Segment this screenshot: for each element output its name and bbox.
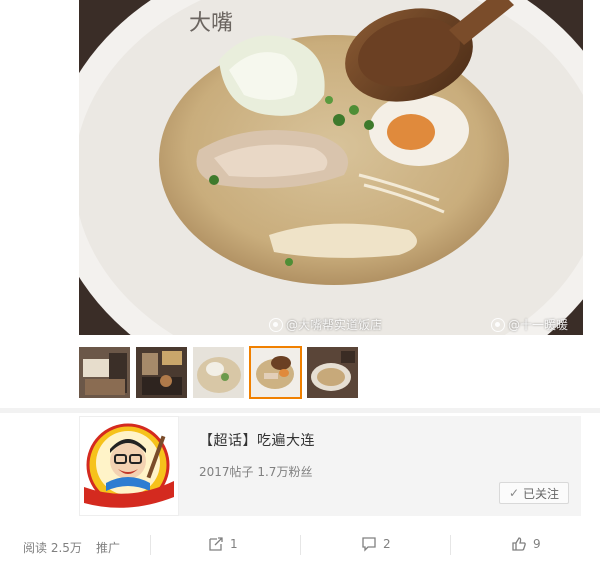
post-action-bar: 阅读 2.5万 推广 1 2 9: [0, 528, 600, 565]
comment-icon: [362, 537, 376, 552]
comment-button[interactable]: 2: [361, 536, 391, 552]
thumbnail-4-active[interactable]: [249, 346, 302, 399]
action-separator: [150, 535, 151, 555]
watermark-left: @大嘴帮实道饭店: [269, 316, 382, 333]
restaurant-logo-image: [84, 423, 174, 508]
thumbnail-3[interactable]: [193, 347, 244, 398]
topic-title[interactable]: 【超话】吃遍大连: [199, 430, 581, 450]
followed-button[interactable]: ✓ 已关注: [499, 482, 569, 504]
thumbnail-5[interactable]: [307, 347, 358, 398]
thumbnail-strip: [79, 346, 358, 399]
weibo-watermark-icon: [269, 317, 283, 332]
repost-count: 1: [230, 537, 238, 551]
topic-info: 【超话】吃遍大连 2017帖子 1.7万粉丝 ✓ 已关注: [179, 416, 581, 516]
thumbnail-2[interactable]: [136, 347, 187, 398]
section-divider: [0, 408, 600, 413]
ramen-bowl-image: 大嘴: [79, 0, 583, 335]
topic-logo[interactable]: [79, 416, 179, 516]
thumbnail-1[interactable]: [79, 347, 130, 398]
repost-icon: [209, 537, 223, 551]
main-photo[interactable]: 大嘴 @大嘴帮实道饭店 @十一暖暖: [79, 0, 583, 335]
thumbs-up-icon: [512, 537, 526, 551]
svg-text:大嘴: 大嘴: [189, 11, 233, 36]
promote-link[interactable]: 推广: [96, 539, 120, 556]
weibo-watermark-icon: [491, 317, 505, 332]
action-separator: [300, 535, 301, 555]
read-count: 阅读 2.5万: [23, 541, 82, 555]
comment-count: 2: [383, 537, 391, 551]
repost-button[interactable]: 1: [208, 536, 238, 552]
super-topic-card[interactable]: 【超话】吃遍大连 2017帖子 1.7万粉丝 ✓ 已关注: [79, 416, 581, 516]
watermark-right: @十一暖暖: [491, 316, 568, 333]
topic-stats: 2017帖子 1.7万粉丝: [199, 465, 313, 479]
like-button[interactable]: 9: [511, 536, 541, 552]
check-icon: ✓: [508, 486, 520, 500]
followed-label: 已关注: [523, 486, 560, 501]
action-separator: [450, 535, 451, 555]
like-count: 9: [533, 537, 541, 551]
